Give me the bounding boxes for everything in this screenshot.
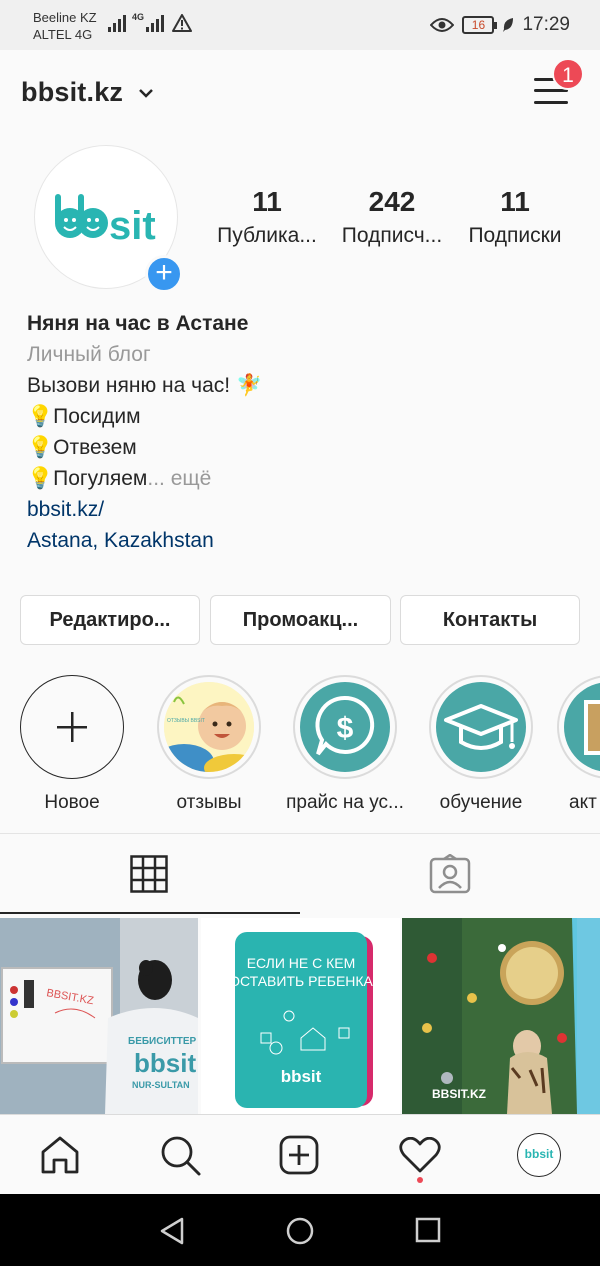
bio-line: 💡Отвезем bbox=[27, 436, 137, 459]
bio-more-link[interactable]: ... ещё bbox=[147, 467, 211, 490]
status-right: 16 17:29 bbox=[430, 14, 570, 36]
highlight-label: акт bbox=[569, 792, 597, 813]
home-circle-icon[interactable] bbox=[285, 1216, 315, 1246]
system-navigation-bar bbox=[0, 1194, 600, 1266]
stat-following[interactable]: 11 Подписки bbox=[455, 186, 575, 254]
notification-badge: 1 bbox=[552, 58, 584, 90]
leaf-icon bbox=[503, 18, 514, 32]
bio-line: 💡Погуляем bbox=[27, 467, 148, 490]
highlight-reviews[interactable]: ОТЗЫВЫ BBSIT отзывы bbox=[149, 675, 269, 818]
post-thumbnail[interactable]: BBSIT.KZ bbox=[402, 918, 600, 1114]
highlight-label: отзывы bbox=[176, 792, 242, 813]
promotions-button[interactable]: Промоакц... bbox=[210, 595, 391, 645]
account-username[interactable]: bbsit.kz bbox=[21, 77, 123, 108]
eye-comfort-icon bbox=[430, 18, 455, 32]
battery-level: 16 bbox=[471, 18, 486, 32]
active-tab-indicator bbox=[0, 912, 300, 914]
stat-following-value: 11 bbox=[500, 186, 530, 217]
edit-profile-button[interactable]: Редактиро... bbox=[20, 595, 200, 645]
post-promo-logo: bbsit bbox=[281, 1067, 322, 1086]
reviews-cover-text: ОТЗЫВЫ BBSIT bbox=[167, 718, 205, 724]
heart-icon[interactable] bbox=[399, 1137, 441, 1173]
tabs-divider bbox=[0, 833, 600, 834]
stat-following-label: Подписки bbox=[468, 224, 562, 247]
profile-tab-logo: bbsit bbox=[524, 1147, 554, 1161]
website-link[interactable]: bbsit.kz/ bbox=[27, 494, 587, 525]
recents-icon[interactable] bbox=[414, 1216, 442, 1244]
signal-bars-icon bbox=[108, 14, 126, 32]
new-post-icon[interactable] bbox=[279, 1135, 319, 1175]
highlight-training[interactable]: обучение bbox=[421, 675, 541, 818]
profile-tab-avatar[interactable]: bbsit bbox=[517, 1133, 561, 1177]
status-bar: Beeline KZ ALTEL 4G 4G 16 17:29 bbox=[0, 0, 600, 50]
carrier-2: ALTEL 4G bbox=[33, 27, 93, 42]
tagged-icon[interactable] bbox=[429, 854, 471, 894]
highlight-partial[interactable]: акт bbox=[557, 675, 600, 818]
highlight-label: обучение bbox=[439, 792, 523, 813]
stat-followers[interactable]: 242 Подписч... bbox=[332, 186, 452, 254]
profile-header: bbsit.kz bbox=[0, 50, 600, 132]
post-watermark: BBSIT.KZ bbox=[432, 1087, 486, 1101]
carrier-1: Beeline KZ bbox=[33, 10, 97, 25]
bottom-navigation: bbsit bbox=[0, 1114, 600, 1194]
stat-posts-label: Публика... bbox=[217, 224, 317, 247]
highlight-new[interactable]: Новое bbox=[12, 675, 132, 818]
home-icon[interactable] bbox=[40, 1135, 80, 1175]
location-link[interactable]: Astana, Kazakhstan bbox=[27, 525, 587, 556]
grid-icon[interactable] bbox=[130, 855, 168, 893]
price-cover: $ bbox=[300, 682, 390, 772]
post-image-christmas-tree: BBSIT.KZ bbox=[402, 918, 600, 1114]
post-promo-line-1: ЕСЛИ НЕ С КЕМ bbox=[247, 955, 356, 971]
stat-posts-value: 11 bbox=[252, 186, 282, 217]
stat-followers-value: 242 bbox=[368, 186, 416, 217]
instagram-profile-screen: Beeline KZ ALTEL 4G 4G 16 17:29 bbsit.kz… bbox=[0, 0, 600, 1266]
reviews-cover-image: ОТЗЫВЫ BBSIT bbox=[164, 682, 254, 772]
highlight-label: Новое bbox=[44, 792, 100, 813]
stat-followers-label: Подписч... bbox=[341, 224, 443, 247]
search-icon[interactable] bbox=[160, 1135, 202, 1177]
post-thumbnail[interactable]: ЕСЛИ НЕ С КЕМ ОСТАВИТЬ РЕБЕНКА bbsit bbox=[201, 918, 400, 1114]
back-icon[interactable] bbox=[158, 1216, 186, 1246]
post-caption-1: БЕБИСИТТЕР bbox=[128, 1036, 197, 1047]
post-image-babysitter: BBSIT.KZ БЕБИСИТТЕР bbsit NUR-SULTAN bbox=[0, 918, 198, 1114]
post-caption-3: NUR-SULTAN bbox=[132, 1080, 190, 1090]
svg-text:sit: sit bbox=[109, 204, 156, 248]
signal-4g-icon: 4G bbox=[132, 12, 164, 32]
profile-category: Личный блог bbox=[27, 343, 151, 366]
plus-icon bbox=[57, 712, 87, 742]
post-thumbnail[interactable]: BBSIT.KZ БЕБИСИТТЕР bbsit NUR-SULTAN bbox=[0, 918, 198, 1114]
bio-line: Вызови няню на час! 🧚 bbox=[27, 374, 263, 397]
post-caption-2: bbsit bbox=[134, 1048, 196, 1078]
add-story-plus-icon[interactable]: + bbox=[145, 255, 183, 293]
stat-posts[interactable]: 11 Публика... bbox=[207, 186, 327, 254]
signal-indicators: 4G bbox=[108, 12, 164, 32]
carrier-info: Beeline KZ ALTEL 4G bbox=[33, 9, 97, 43]
training-cover bbox=[436, 682, 526, 772]
activity-dot bbox=[417, 1177, 423, 1183]
chevron-down-icon[interactable] bbox=[139, 88, 153, 98]
network-type-label: 4G bbox=[132, 12, 145, 22]
highlight-label: прайс на ус... bbox=[286, 792, 404, 813]
partial-cover bbox=[564, 682, 600, 772]
svg-text:$: $ bbox=[337, 712, 354, 745]
contacts-button[interactable]: Контакты bbox=[400, 595, 580, 645]
post-image-promo-card: ЕСЛИ НЕ С КЕМ ОСТАВИТЬ РЕБЕНКА bbsit bbox=[201, 918, 400, 1114]
graduation-cap-icon bbox=[444, 704, 518, 750]
warning-icon bbox=[172, 14, 192, 32]
highlight-prices[interactable]: $ прайс на ус... bbox=[285, 675, 405, 818]
dollar-chat-icon: $ bbox=[315, 695, 375, 756]
clock: 17:29 bbox=[522, 14, 570, 35]
profile-bio: Няня на час в Астане Личный блог Вызови … bbox=[27, 308, 587, 556]
bio-line: 💡Посидим bbox=[27, 405, 141, 428]
new-highlight-circle bbox=[20, 675, 124, 779]
battery-icon: 16 bbox=[462, 16, 498, 34]
post-promo-line-2: ОСТАВИТЬ РЕБЕНКА bbox=[229, 973, 373, 989]
profile-name: Няня на час в Астане bbox=[27, 312, 249, 335]
